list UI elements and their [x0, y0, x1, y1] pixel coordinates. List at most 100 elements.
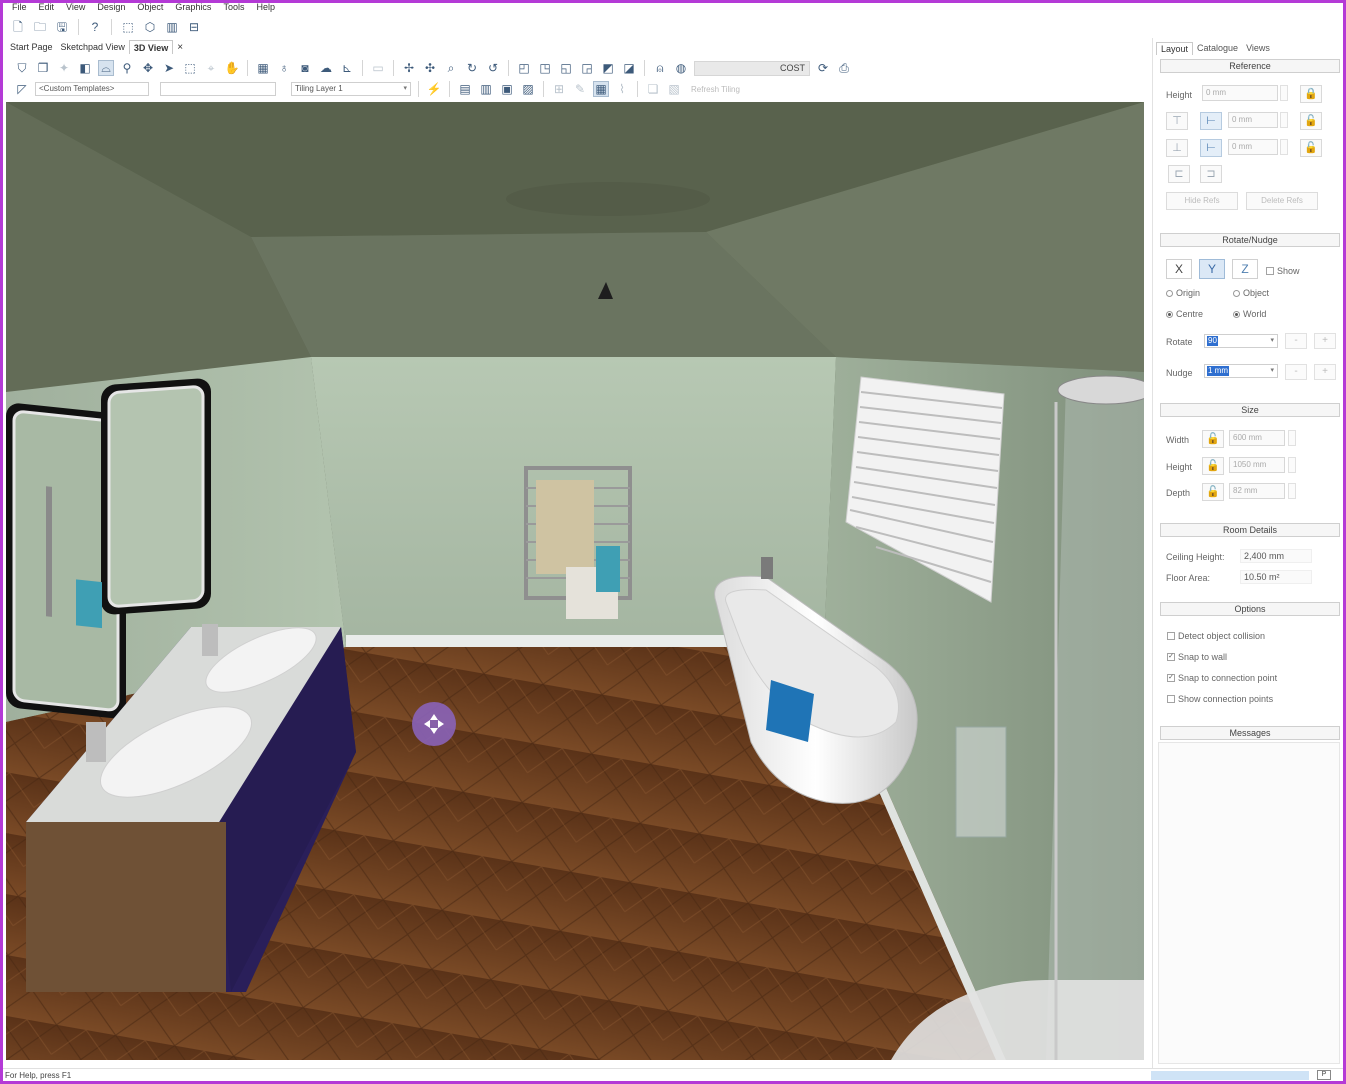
tile-wall-icon[interactable]: ▤: [457, 81, 473, 97]
depth-field[interactable]: 82 mm: [1229, 483, 1285, 499]
rotate-minus-button[interactable]: -: [1285, 333, 1307, 349]
axis-x-button[interactable]: X: [1166, 259, 1192, 279]
rotate-plus-button[interactable]: +: [1314, 333, 1336, 349]
menu-tools[interactable]: Tools: [217, 2, 250, 14]
floor-view-icon[interactable]: ⌓: [98, 60, 114, 76]
menu-view[interactable]: View: [60, 2, 91, 14]
axis-z-button[interactable]: Z: [1232, 259, 1258, 279]
orbit-icon[interactable]: ✢: [401, 60, 417, 76]
select-box-icon[interactable]: ⬚: [182, 60, 198, 76]
wand-icon[interactable]: ⚡: [426, 81, 442, 97]
tab-layout[interactable]: Layout: [1156, 42, 1194, 55]
report-icon[interactable]: ⎙: [836, 60, 852, 76]
menu-graphics[interactable]: Graphics: [169, 2, 217, 14]
snap-to-wall-checkbox[interactable]: ✓ Snap to wall: [1167, 652, 1227, 662]
window-icon[interactable]: ▭: [370, 60, 386, 76]
messages-header[interactable]: Messages: [1160, 726, 1340, 740]
menu-design[interactable]: Design: [91, 2, 131, 14]
height-lock-icon[interactable]: 🔓: [1202, 457, 1224, 475]
layers-icon[interactable]: ❐: [35, 60, 51, 76]
depth-spinner[interactable]: [1288, 483, 1296, 499]
menu-edit[interactable]: Edit: [33, 2, 61, 14]
save-icon[interactable]: 🖫: [54, 19, 70, 35]
pan-icon[interactable]: ✣: [422, 60, 438, 76]
tile-pattern-icon[interactable]: ▨: [520, 81, 536, 97]
view-iso-icon[interactable]: ◪: [621, 60, 637, 76]
show-checkbox[interactable]: Show: [1266, 266, 1300, 276]
width-lock-icon[interactable]: 🔓: [1202, 430, 1224, 448]
view-right-icon[interactable]: ◲: [579, 60, 595, 76]
refresh-tiling-button[interactable]: Refresh Tiling: [691, 85, 740, 94]
width-field[interactable]: 600 mm: [1229, 430, 1285, 446]
menu-help[interactable]: Help: [250, 2, 281, 14]
new-file-icon[interactable]: 🗋: [10, 19, 26, 35]
tab-sketchpad-view[interactable]: Sketchpad View: [57, 40, 129, 54]
view-back-icon[interactable]: ◳: [537, 60, 553, 76]
tile-delete-icon[interactable]: ▧: [666, 81, 682, 97]
grid-icon[interactable]: ▦: [255, 60, 271, 76]
reference-height-spinner[interactable]: [1280, 85, 1288, 101]
globe-icon[interactable]: ◍: [673, 60, 689, 76]
measure-icon[interactable]: ⊟: [186, 19, 202, 35]
menu-file[interactable]: File: [6, 2, 33, 14]
pick-icon[interactable]: ⌖: [203, 60, 219, 76]
tab-catalogue[interactable]: Catalogue: [1193, 42, 1242, 55]
menu-object[interactable]: Object: [131, 2, 169, 14]
footprints-icon[interactable]: ⚲: [119, 60, 135, 76]
centre-radio[interactable]: Centre: [1166, 309, 1203, 319]
walk-icon[interactable]: ✥: [140, 60, 156, 76]
reference-offset1-field[interactable]: 0 mm: [1228, 112, 1278, 128]
frame-icon[interactable]: ◧: [77, 60, 93, 76]
open-folder-icon[interactable]: 🗀: [32, 19, 48, 35]
delete-refs-button[interactable]: Delete Refs: [1246, 192, 1318, 210]
tile-add-icon[interactable]: ⊞: [551, 81, 567, 97]
tile-edit-icon[interactable]: ✎: [572, 81, 588, 97]
align-top-icon[interactable]: ⊤: [1166, 112, 1188, 130]
custom-templates-select[interactable]: <Custom Templates>: [35, 82, 149, 96]
cube-view-icon[interactable]: ⬡: [142, 19, 158, 35]
paint-icon[interactable]: ⛉: [14, 60, 30, 76]
zoom-icon[interactable]: ⌕: [443, 60, 459, 76]
unlock-icon[interactable]: 🔓: [1300, 112, 1322, 130]
lamp-icon[interactable]: ♁: [276, 60, 292, 76]
view-front-icon[interactable]: ◰: [516, 60, 532, 76]
rotate-input[interactable]: 90 ▾: [1204, 334, 1278, 348]
height-spinner[interactable]: [1288, 457, 1296, 473]
reference-height-field[interactable]: 0 mm: [1202, 85, 1278, 101]
person-icon[interactable]: ⍝: [652, 60, 668, 76]
tile-brush-icon[interactable]: ⌇: [614, 81, 630, 97]
cost-display[interactable]: COST: [694, 60, 810, 76]
nudge-input[interactable]: 1 mm ▾: [1204, 364, 1278, 378]
tiling-layer-select[interactable]: Tiling Layer 1 ▾: [291, 82, 411, 96]
ref-left-icon[interactable]: ⊏: [1168, 165, 1190, 183]
light-icon[interactable]: ✦: [56, 60, 72, 76]
p-indicator-icon[interactable]: P: [1317, 1070, 1331, 1080]
origin-radio[interactable]: Origin: [1166, 288, 1200, 298]
show-connection-checkbox[interactable]: Show connection points: [1167, 694, 1273, 704]
rotate-nudge-header[interactable]: Rotate/Nudge: [1160, 233, 1340, 247]
ref-offset2-icon[interactable]: ⊢: [1200, 139, 1222, 157]
reference-offset2-field[interactable]: 0 mm: [1228, 139, 1278, 155]
nudge-minus-button[interactable]: -: [1285, 364, 1307, 380]
tile-3d-icon[interactable]: ▣: [499, 81, 515, 97]
axis-y-button[interactable]: Y: [1199, 259, 1225, 279]
nudge-plus-button[interactable]: +: [1314, 364, 1336, 380]
tab-start-page[interactable]: Start Page: [6, 40, 57, 54]
size-header[interactable]: Size: [1160, 403, 1340, 417]
depth-lock-icon[interactable]: 🔓: [1202, 483, 1224, 501]
help-icon[interactable]: ?: [87, 19, 103, 35]
ref-offset-icon[interactable]: ⊢: [1200, 112, 1222, 130]
tile-copy-icon[interactable]: ❏: [645, 81, 661, 97]
camera-icon[interactable]: ◙: [297, 60, 313, 76]
hide-refs-button[interactable]: Hide Refs: [1166, 192, 1238, 210]
hand-pan-icon[interactable]: ✋: [224, 60, 240, 76]
rotate-ccw-icon[interactable]: ↺: [485, 60, 501, 76]
detect-collision-checkbox[interactable]: Detect object collision: [1167, 631, 1265, 641]
reference-offset2-spinner[interactable]: [1280, 139, 1288, 155]
options-header[interactable]: Options: [1160, 602, 1340, 616]
refresh-icon[interactable]: ⟳: [815, 60, 831, 76]
align-bottom-icon[interactable]: ⊥: [1166, 139, 1188, 157]
reference-header[interactable]: Reference: [1160, 59, 1340, 73]
tab-views[interactable]: Views: [1242, 42, 1274, 55]
move-cursor[interactable]: [412, 702, 456, 746]
